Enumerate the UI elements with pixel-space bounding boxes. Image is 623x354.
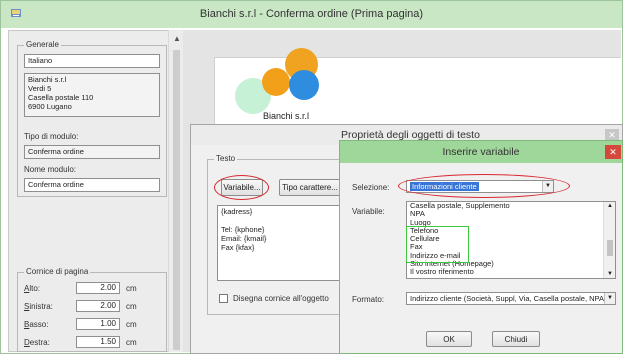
group-cornice-legend: Cornice di pagina xyxy=(24,267,91,276)
close-icon: ✕ xyxy=(609,147,617,157)
variabile-label: Variabile: xyxy=(352,207,385,216)
left-panel-scrollbar[interactable]: ▲ xyxy=(168,30,183,352)
scroll-up-icon[interactable]: ▲ xyxy=(173,34,181,43)
highlight-oval-variabile xyxy=(214,175,269,200)
draw-frame-checkbox[interactable] xyxy=(219,294,228,303)
close-icon: ✕ xyxy=(608,130,616,140)
variable-list-item[interactable]: NPA xyxy=(407,209,615,218)
margin-left-input[interactable]: 2.00 xyxy=(76,300,120,312)
scroll-thumb[interactable] xyxy=(607,240,613,256)
scroll-up-icon[interactable]: ▲ xyxy=(607,203,613,209)
draw-frame-label: Disegna cornice all'oggetto xyxy=(233,294,329,303)
scroll-down-icon[interactable]: ▼ xyxy=(607,271,613,277)
highlight-box-green xyxy=(406,226,469,263)
logo-circle-blue xyxy=(289,70,319,100)
formato-dropdown[interactable]: Indirizzo cliente (Società, Suppl, Via, … xyxy=(406,292,616,305)
margin-right-input[interactable]: 1.50 xyxy=(76,336,120,348)
text-content-area[interactable]: {kadress} Tel: {kphone} Email: {kmail} F… xyxy=(217,205,343,281)
form-name-label: Nome modulo: xyxy=(24,165,77,174)
form-type-label: Tipo di modulo: xyxy=(24,132,79,141)
margin-right-unit: cm xyxy=(126,338,137,347)
form-type-field[interactable]: Conferma ordine xyxy=(24,145,160,159)
variable-list-item[interactable]: Casella postale, Supplemento xyxy=(407,202,615,210)
insert-close-button[interactable]: ✕ xyxy=(605,145,621,159)
margin-bottom-input[interactable]: 1.00 xyxy=(76,318,120,330)
ok-button[interactable]: OK xyxy=(426,331,472,347)
language-field[interactable]: Italiano xyxy=(24,54,160,68)
left-settings-panel: Generale Italiano Bianchi s.r.l Verdi 5 … xyxy=(8,30,176,352)
variable-list-scrollbar[interactable]: ▲ ▼ xyxy=(603,202,615,278)
margin-bottom-label: Basso: xyxy=(24,320,49,329)
margin-top-unit: cm xyxy=(126,284,137,293)
address-field[interactable]: Bianchi s.r.l Verdi 5 Casella postale 11… xyxy=(24,73,160,117)
margin-top-input[interactable]: 2.00 xyxy=(76,282,120,294)
insert-titlebar: Inserire variabile ✕ xyxy=(340,141,622,163)
margin-left-unit: cm xyxy=(126,302,137,311)
formato-label: Formato: xyxy=(352,295,385,304)
group-generale-legend: Generale xyxy=(24,40,61,49)
insert-dialog-title: Inserire variabile xyxy=(442,146,520,158)
margin-bottom-unit: cm xyxy=(126,320,137,329)
logo-circle-orange xyxy=(262,68,290,96)
scroll-thumb[interactable] xyxy=(173,50,180,350)
selezione-label: Selezione: xyxy=(352,183,390,192)
main-titlebar: Bianchi s.r.l - Conferma ordine (Prima p… xyxy=(1,1,622,28)
insert-variable-dialog: Inserire variabile ✕ Selezione: Informaz… xyxy=(339,140,623,354)
group-generale: Generale Italiano Bianchi s.r.l Verdi 5 … xyxy=(17,40,167,197)
variable-list-item[interactable]: Il vostro riferimento xyxy=(407,268,615,277)
group-cornice-di-pagina: Cornice di pagina Alto: 2.00 cm Sinistra… xyxy=(17,267,167,352)
formato-value: Indirizzo cliente (Società, Suppl, Via, … xyxy=(410,294,616,303)
margin-top-label: Alto: xyxy=(24,284,41,293)
margin-right-label: Destra: xyxy=(24,338,50,347)
logo-text: Bianchi s.r.l xyxy=(263,111,310,121)
dropdown-arrow-icon[interactable]: ▼ xyxy=(604,293,615,304)
form-name-field[interactable]: Conferma ordine xyxy=(24,178,160,192)
tipo-carattere-button[interactable]: Tipo carattere... xyxy=(279,179,341,196)
margin-left-label: Sinistra: xyxy=(24,302,53,311)
group-testo-legend: Testo xyxy=(214,154,238,163)
highlight-oval-selezione xyxy=(398,174,570,198)
chiudi-button[interactable]: Chiudi xyxy=(492,331,540,347)
window-title: Bianchi s.r.l - Conferma ordine (Prima p… xyxy=(199,8,424,20)
